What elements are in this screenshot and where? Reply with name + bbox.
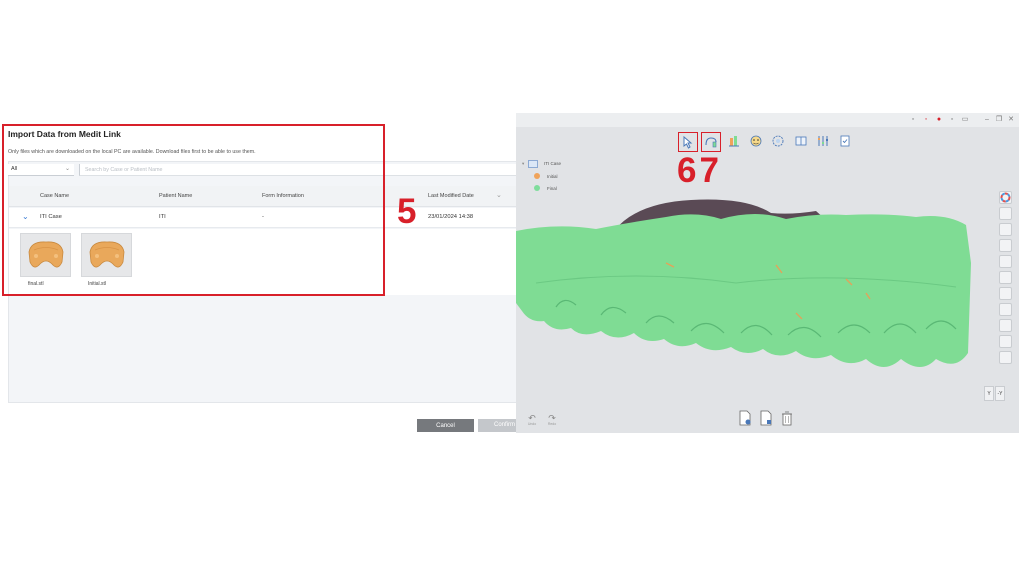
axis-view-toggle: Y -Y <box>984 386 1006 402</box>
undo-button[interactable]: ↶ Undo <box>524 413 540 431</box>
tool-rotate-icon[interactable] <box>769 132 789 152</box>
tool-paint-icon[interactable] <box>725 132 745 152</box>
tree-root-label[interactable]: ITI Case <box>544 161 561 166</box>
view-y-button[interactable]: Y <box>984 386 994 401</box>
step-callout-5: 5 <box>397 192 417 231</box>
settings-icon[interactable]: ▫ <box>948 116 956 124</box>
maximize-icon[interactable]: ❐ <box>995 116 1003 124</box>
view-bottom-icon[interactable] <box>999 287 1012 300</box>
layout-icon[interactable]: ▭ <box>961 116 969 124</box>
record-icon[interactable]: ◦ <box>922 116 930 124</box>
view-back-icon[interactable] <box>999 223 1012 236</box>
window-titlebar: ▫ ◦ ● ▫ ▭ – ❐ ✕ <box>516 113 1019 127</box>
sort-chevron-icon[interactable]: ⌄ <box>496 191 502 199</box>
view-top-icon[interactable] <box>999 271 1012 284</box>
step-highlight-box <box>2 124 385 296</box>
undo-label: Undo <box>527 422 537 426</box>
tool-sliders-icon[interactable] <box>814 132 834 152</box>
cancel-button[interactable]: Cancel <box>417 419 474 432</box>
view-front-icon[interactable] <box>999 207 1012 220</box>
view-toolbar <box>999 187 1013 371</box>
tool-face-icon[interactable] <box>747 132 767 152</box>
initial-color-dot <box>534 173 540 179</box>
redo-button[interactable]: ↷ Redo <box>544 413 560 431</box>
record-dot-icon[interactable]: ● <box>935 116 943 124</box>
color-wheel-icon[interactable] <box>999 191 1012 204</box>
view-box-icon[interactable] <box>999 335 1012 348</box>
cell-last-modified: 23/01/2024 14:38 <box>428 214 474 220</box>
minimize-icon[interactable]: – <box>983 116 991 124</box>
redo-label: Redo <box>547 422 557 426</box>
confirm-button[interactable]: Confirm <box>478 419 520 432</box>
view-left-icon[interactable] <box>999 239 1012 252</box>
view-right-icon[interactable] <box>999 255 1012 268</box>
column-last-modified-date[interactable]: Last Modified Date <box>428 193 474 199</box>
case-icon <box>528 160 538 168</box>
camera-icon[interactable]: ▫ <box>909 116 917 124</box>
tool-select-icon[interactable] <box>678 132 698 152</box>
reset-view-icon[interactable] <box>999 319 1012 332</box>
tool-book-icon[interactable] <box>792 132 812 152</box>
dental-mesh-3d[interactable] <box>516 183 986 383</box>
export-file-icon[interactable] <box>759 410 775 428</box>
tool-checklist-icon[interactable] <box>836 132 856 152</box>
undo-redo-group: ↶ Undo ↷ Redo <box>524 413 564 431</box>
close-icon[interactable]: ✕ <box>1007 116 1015 124</box>
tool-lasso-icon[interactable] <box>701 132 721 152</box>
trash-icon[interactable] <box>780 410 796 428</box>
model-upload-icon[interactable] <box>999 351 1012 364</box>
add-file-icon[interactable] <box>738 410 754 428</box>
tree-item-initial[interactable]: Initial <box>547 174 558 179</box>
tree-collapse-icon[interactable]: ▾ <box>522 161 524 167</box>
view-split-icon[interactable] <box>999 303 1012 316</box>
view-minus-y-button[interactable]: -Y <box>995 386 1005 401</box>
viewer-window: ▫ ◦ ● ▫ ▭ – ❐ ✕ 67 ▾ ITI Case Initial Fi… <box>516 113 1019 433</box>
